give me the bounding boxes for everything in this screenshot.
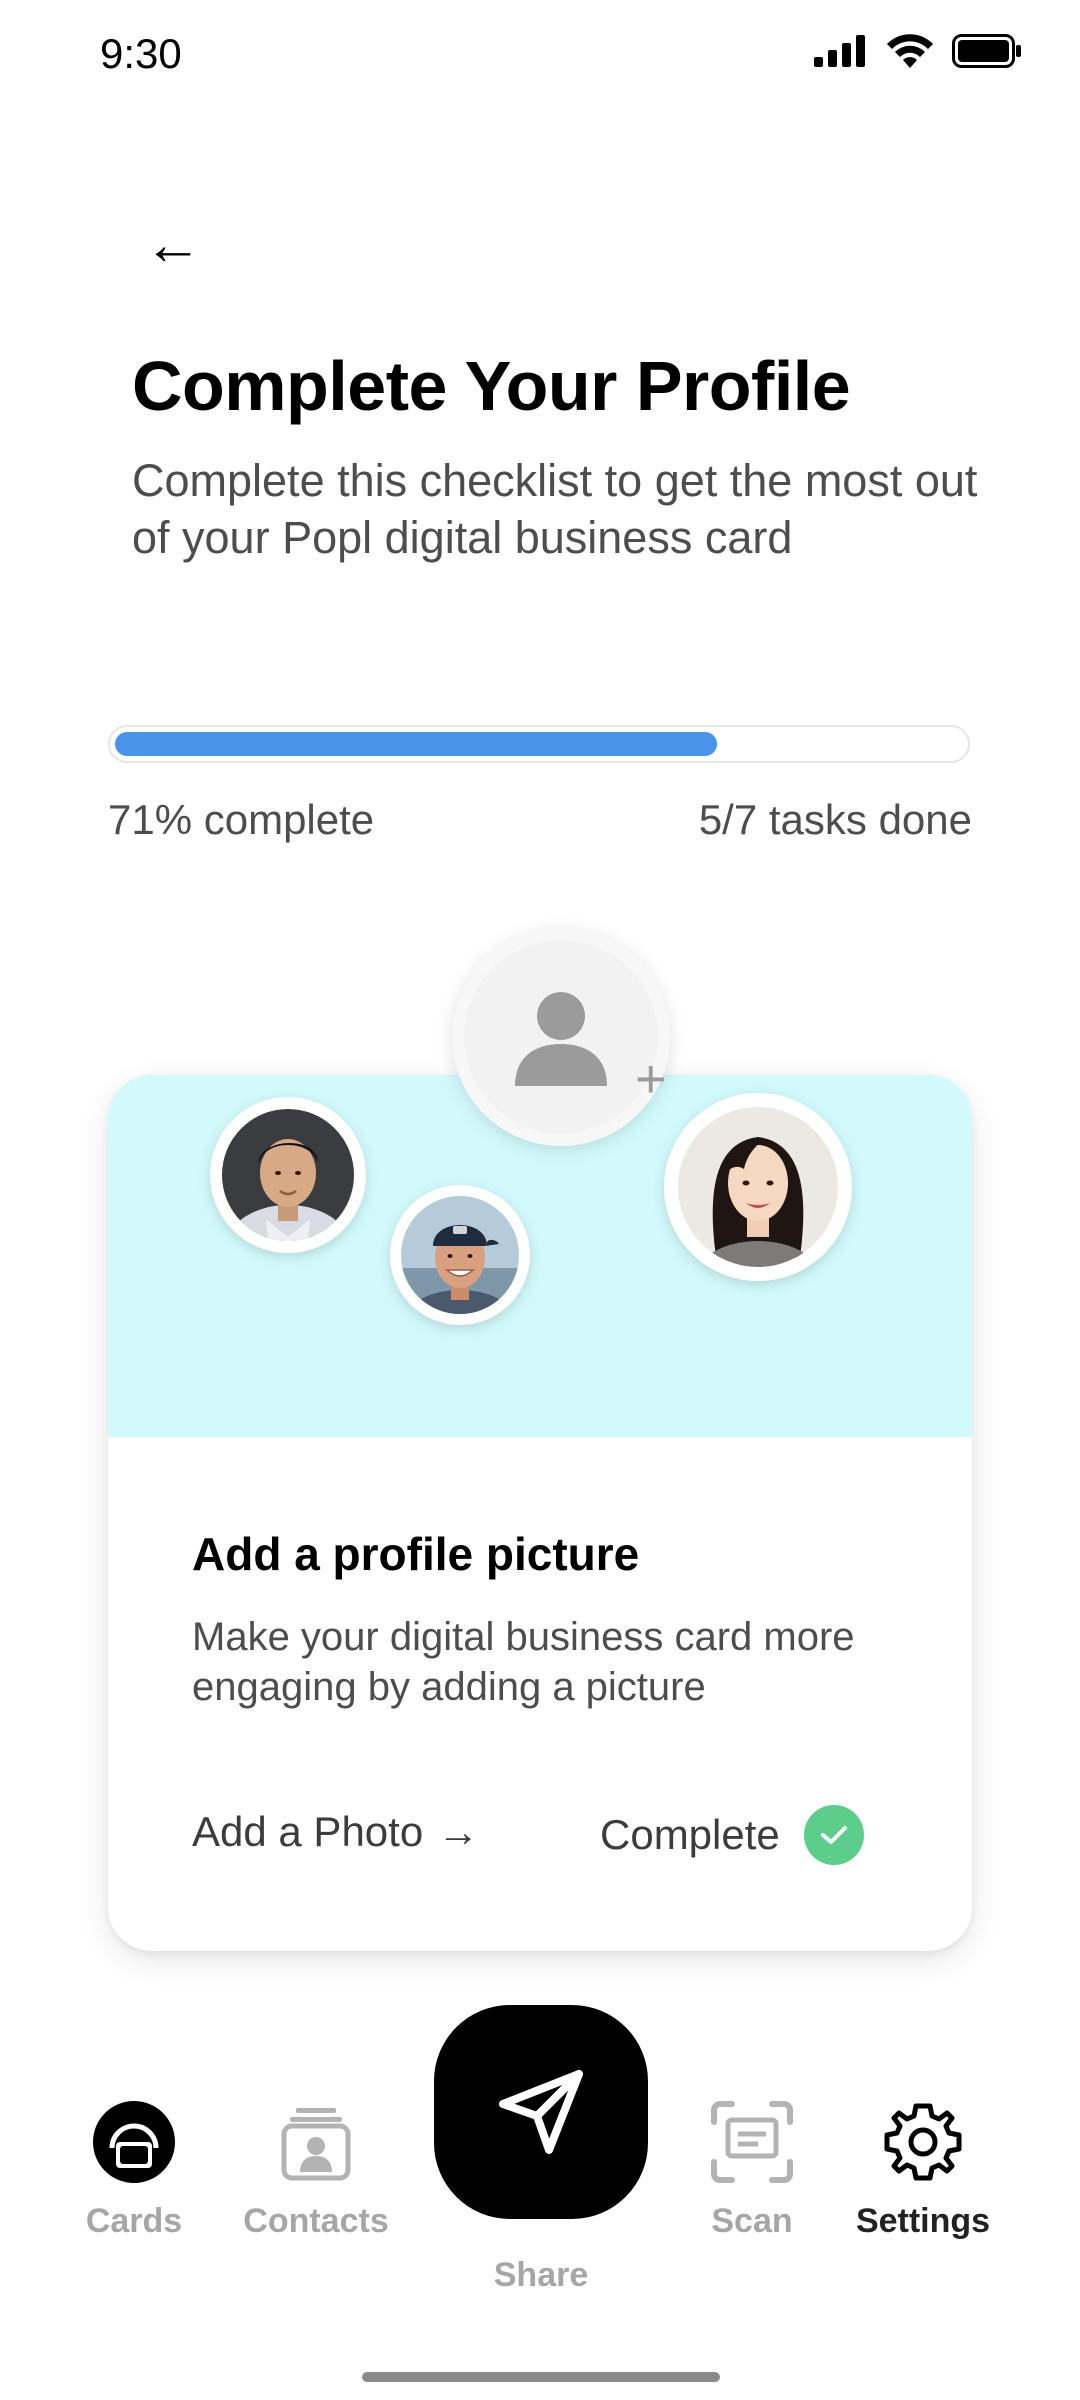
task-status-label: Complete xyxy=(600,1811,780,1858)
checklist-card: Add a profile picture Make your digital … xyxy=(108,1075,972,1951)
scan-icon xyxy=(711,2101,793,2183)
sample-avatar-man-cap xyxy=(390,1185,530,1325)
card-description: Make your digital business card more eng… xyxy=(192,1615,855,1709)
nav-item-settings[interactable]: Settings xyxy=(850,2100,996,2241)
plus-icon: + xyxy=(635,1049,667,1109)
add-photo-link[interactable]: Add a Photo → xyxy=(192,1808,479,1856)
signal-icon xyxy=(814,35,865,67)
profile-picture-placeholder[interactable] xyxy=(452,928,670,1146)
send-icon xyxy=(499,2070,583,2154)
nav-label-cards: Cards xyxy=(85,2202,183,2240)
progress-tasks-label: 5/7 tasks done xyxy=(698,796,972,843)
status-time: 9:30 xyxy=(100,30,182,77)
status-bar: 9:30 xyxy=(0,0,1080,110)
arrow-left-icon: ← xyxy=(144,212,202,277)
nav-item-scan[interactable]: Scan xyxy=(690,2100,814,2241)
nav-label-share[interactable]: Share xyxy=(434,2256,648,2295)
wifi-icon xyxy=(887,34,933,68)
cards-icon xyxy=(93,2101,175,2183)
task-status: Complete xyxy=(600,1805,864,1865)
gear-icon xyxy=(884,2103,962,2181)
progress-percent-label: 71% complete xyxy=(108,796,375,843)
progress-bar xyxy=(108,725,970,763)
card-title: Add a profile picture xyxy=(192,1528,640,1580)
sample-avatar-woman xyxy=(664,1093,852,1281)
home-indicator xyxy=(362,2372,720,2382)
sample-avatar-man xyxy=(210,1097,366,1253)
share-button[interactable] xyxy=(434,2005,648,2219)
nav-item-cards[interactable]: Cards xyxy=(72,2100,196,2241)
add-photo-label: Add a Photo xyxy=(192,1808,424,1855)
nav-label-scan: Scan xyxy=(711,2202,793,2240)
user-silhouette-icon xyxy=(515,992,607,1086)
back-button[interactable]: ← xyxy=(138,210,208,280)
check-icon xyxy=(803,1805,864,1865)
page-title: Complete Your Profile xyxy=(132,347,851,425)
nav-label-settings: Settings xyxy=(855,2202,991,2240)
nav-label-contacts: Contacts xyxy=(243,2202,389,2240)
status-icons xyxy=(814,34,1022,68)
battery-icon xyxy=(952,34,1021,68)
arrow-right-icon: → xyxy=(437,1808,480,1855)
nav-item-contacts[interactable]: Contacts xyxy=(236,2100,396,2241)
progress-bar-fill xyxy=(115,732,717,756)
page-subtitle: Complete this checklist to get the most … xyxy=(132,455,978,563)
contacts-icon xyxy=(281,2108,351,2181)
